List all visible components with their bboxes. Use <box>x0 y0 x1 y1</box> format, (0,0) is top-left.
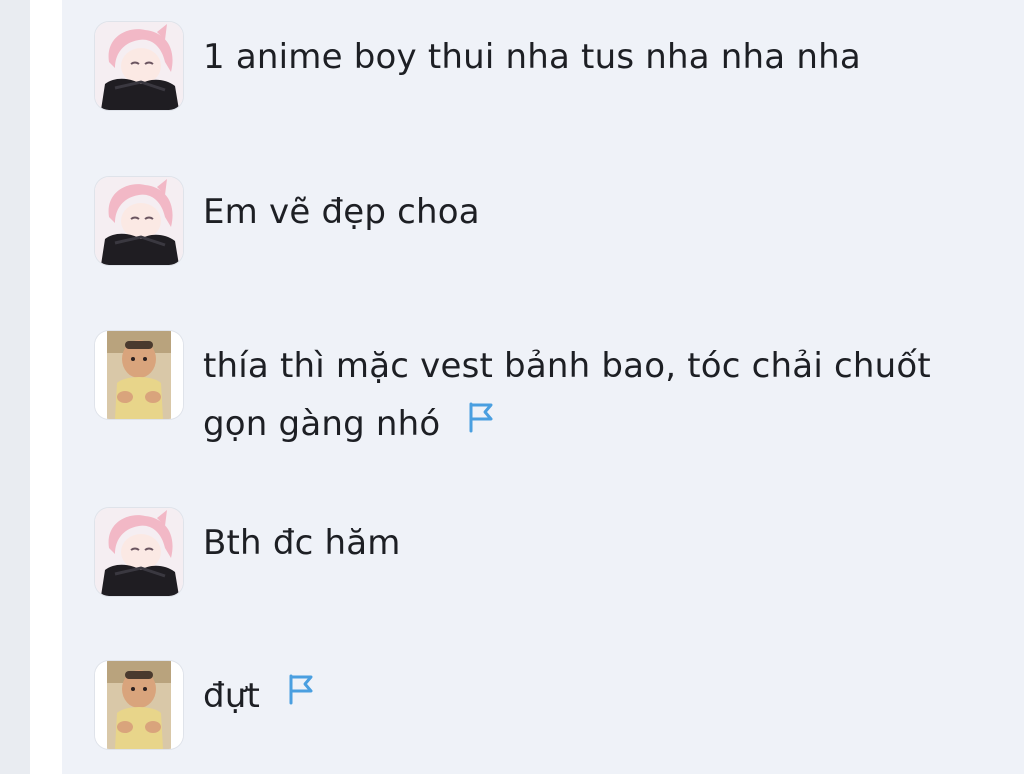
comment-text-content: thía thì mặc vest bảnh bao, tóc chải chu… <box>203 346 931 444</box>
comment-text: đựt <box>203 667 993 725</box>
comment-text-content: đựt <box>203 676 261 716</box>
comment-feed: 1 anime boy thui nha tus nha nha nha Em … <box>62 0 1024 774</box>
anime-girl-avatar[interactable] <box>95 508 183 596</box>
left-gutter <box>30 0 62 774</box>
flag-icon[interactable] <box>466 393 496 451</box>
comment-text: Bth đc hăm <box>203 523 401 563</box>
flag-icon[interactable] <box>286 665 316 723</box>
comment-text: thía thì mặc vest bảnh bao, tóc chải chu… <box>203 337 993 453</box>
baby-photo-avatar[interactable] <box>95 331 183 419</box>
anime-girl-avatar[interactable] <box>95 177 183 265</box>
comment-text: Em vẽ đẹp choa <box>203 192 480 232</box>
comment-text: 1 anime boy thui nha tus nha nha nha <box>203 37 861 77</box>
baby-photo-avatar[interactable] <box>95 661 183 749</box>
left-sidebar-strip <box>0 0 30 774</box>
anime-girl-avatar[interactable] <box>95 22 183 110</box>
